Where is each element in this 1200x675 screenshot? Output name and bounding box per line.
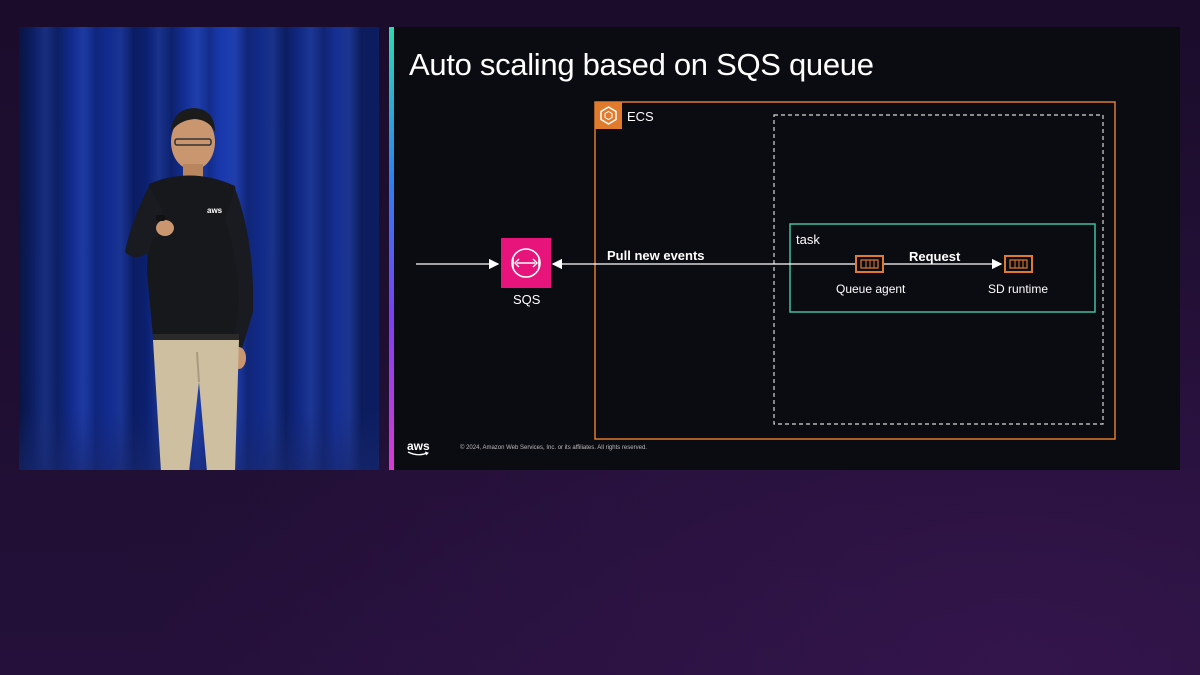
task-label: task <box>796 232 820 247</box>
sd-runtime-icon <box>1004 255 1033 273</box>
sd-runtime-label: SD runtime <box>988 282 1049 296</box>
queue-agent-label: Queue agent <box>836 282 906 296</box>
pull-events-label: Pull new events <box>607 248 705 263</box>
svg-text:aws: aws <box>207 206 223 215</box>
service-boundary <box>773 114 1104 425</box>
ecs-icon <box>595 102 622 129</box>
architecture-diagram <box>416 101 1116 440</box>
ecs-label: ECS <box>627 109 654 124</box>
speaker: aws <box>125 108 254 470</box>
task-container <box>789 223 1096 313</box>
sqs-label: SQS <box>513 292 541 307</box>
aws-smile-icon <box>407 451 429 456</box>
speaker-video: aws <box>19 27 379 470</box>
slide: Auto scaling based on SQS queue ECS task… <box>389 27 1180 470</box>
sqs-icon <box>501 238 551 288</box>
request-label: Request <box>909 249 961 264</box>
copyright-text: © 2024, Amazon Web Services, Inc. or its… <box>460 445 647 451</box>
queue-agent-icon <box>855 255 884 273</box>
